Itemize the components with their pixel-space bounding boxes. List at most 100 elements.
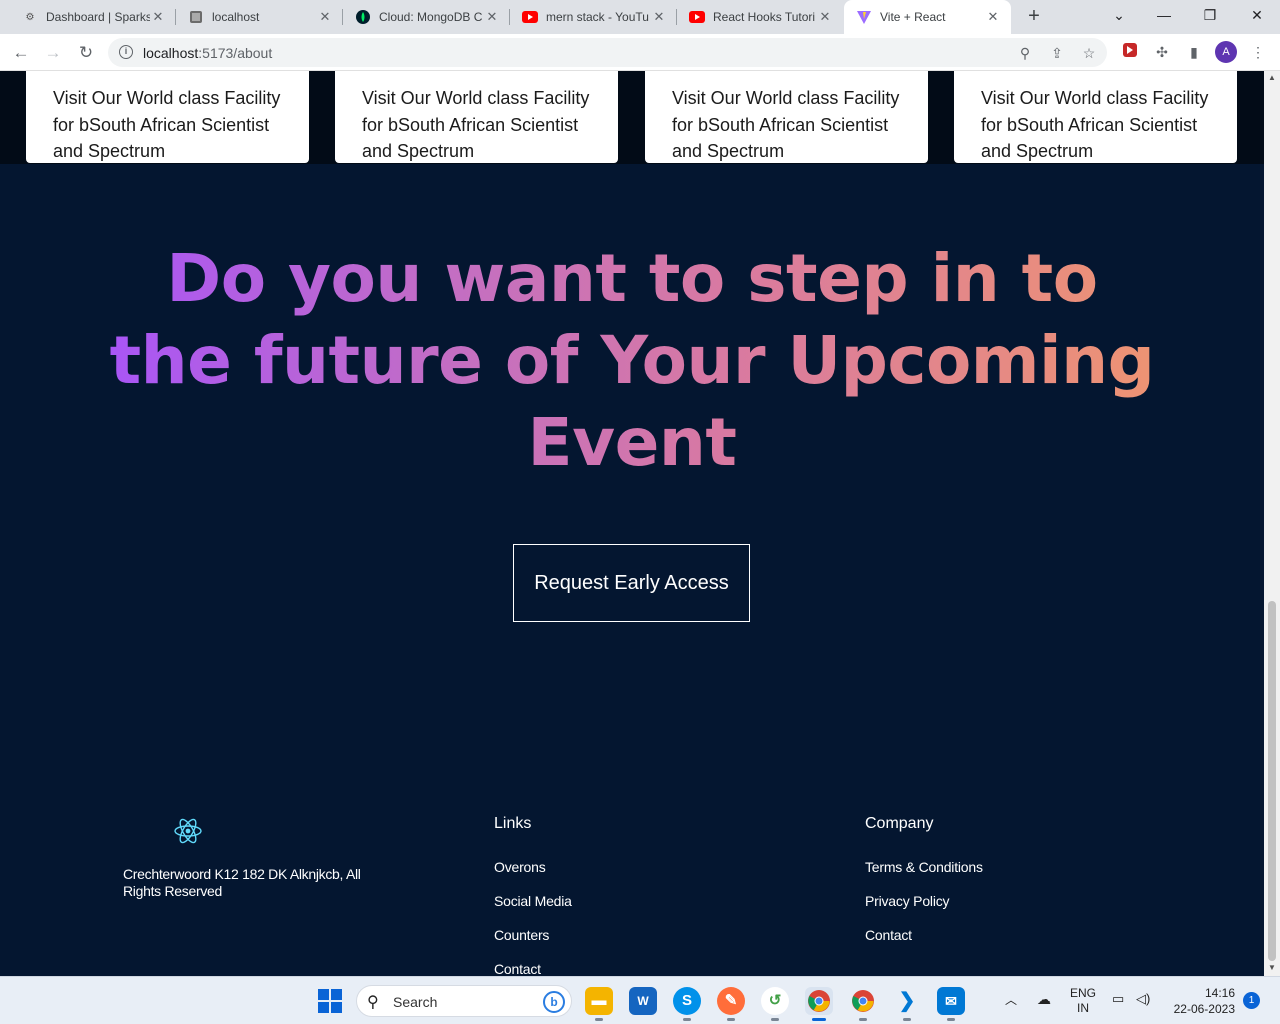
tab-localhost[interactable]: localhost ✕ bbox=[176, 0, 343, 34]
tab-title: Cloud: MongoDB C bbox=[379, 10, 483, 24]
card-text: Visit Our World class Facility for bSout… bbox=[53, 88, 281, 161]
page-viewport: Visit Our World class Facility for bSout… bbox=[0, 71, 1264, 976]
address-bar[interactable]: i localhost:5173/about ⚲ ⇪ ☆ bbox=[108, 38, 1107, 67]
tab-react-hooks[interactable]: React Hooks Tutori ✕ bbox=[677, 0, 843, 34]
clock-date: 22-06-2023 bbox=[1173, 1002, 1235, 1016]
running-indicator bbox=[727, 1018, 735, 1021]
footer-link-contact[interactable]: Contact bbox=[494, 961, 541, 976]
localhost-icon bbox=[188, 9, 204, 25]
running-indicator bbox=[859, 1018, 867, 1021]
footer-link-overons[interactable]: Overons bbox=[494, 859, 546, 875]
links-heading: Links bbox=[494, 815, 532, 832]
company-heading: Company bbox=[865, 815, 934, 832]
profile-avatar[interactable]: A bbox=[1215, 41, 1237, 63]
feature-card: Visit Our World class Facility for bSout… bbox=[26, 71, 309, 163]
language-code: ENG bbox=[1070, 986, 1097, 1000]
url-text[interactable]: localhost:5173/about bbox=[143, 45, 272, 61]
app-w-icon[interactable]: W bbox=[629, 987, 657, 1015]
scroll-down-arrow-icon[interactable]: ▼ bbox=[1264, 961, 1280, 975]
volume-icon[interactable]: ◁) bbox=[1136, 991, 1150, 1007]
running-indicator bbox=[683, 1018, 691, 1021]
footer-link-company-contact[interactable]: Contact bbox=[865, 927, 912, 943]
running-indicator bbox=[595, 1018, 603, 1021]
running-indicator bbox=[903, 1018, 911, 1021]
scrollbar-thumb[interactable] bbox=[1268, 601, 1276, 961]
active-indicator bbox=[812, 1018, 826, 1021]
restore-button[interactable]: ❐ bbox=[1187, 0, 1233, 30]
zoom-icon[interactable]: ⚲ bbox=[1016, 44, 1034, 62]
vscode-icon[interactable]: ❯ bbox=[893, 987, 921, 1015]
language-indicator[interactable]: ENG IN bbox=[1070, 986, 1096, 1016]
tab-title: localhost bbox=[212, 10, 260, 24]
browser-tab-strip: ⚙ Dashboard | Sparks ✕ localhost ✕ Cloud… bbox=[0, 0, 1280, 34]
reload-button[interactable]: ↻ bbox=[73, 40, 99, 66]
close-icon[interactable]: ✕ bbox=[651, 9, 667, 25]
tab-title: mern stack - YouTu bbox=[546, 10, 649, 24]
tab-dashboard[interactable]: ⚙ Dashboard | Sparks ✕ bbox=[10, 0, 176, 34]
tab-vite-react[interactable]: Vite + React ✕ bbox=[844, 0, 1011, 34]
network-icon[interactable]: ▭ bbox=[1112, 991, 1124, 1007]
running-indicator bbox=[771, 1018, 779, 1021]
chrome-profile-icon[interactable] bbox=[849, 987, 877, 1015]
card-text: Visit Our World class Facility for bSout… bbox=[672, 88, 900, 161]
region-code: IN bbox=[1077, 1001, 1089, 1015]
system-clock[interactable]: 14:16 22-06-2023 bbox=[1165, 985, 1235, 1017]
menu-kebab-icon[interactable]: ⋮ bbox=[1248, 42, 1268, 62]
extension-red-icon[interactable] bbox=[1120, 42, 1140, 62]
clock-time: 14:16 bbox=[1204, 986, 1235, 1000]
react-logo-icon[interactable] bbox=[173, 817, 203, 845]
skype-icon[interactable]: S bbox=[673, 987, 701, 1015]
youtube-icon bbox=[689, 9, 705, 25]
tab-title: Vite + React bbox=[880, 10, 946, 24]
new-tab-button[interactable]: + bbox=[1022, 5, 1046, 29]
close-icon[interactable]: ✕ bbox=[985, 9, 1001, 25]
footer-link-social-media[interactable]: Social Media bbox=[494, 893, 572, 909]
minimize-button[interactable]: — bbox=[1141, 0, 1187, 30]
youtube-icon bbox=[522, 9, 538, 25]
postman-icon[interactable]: ✎ bbox=[717, 987, 745, 1015]
request-early-access-button[interactable]: Request Early Access bbox=[513, 544, 750, 622]
tab-search-button[interactable]: ⌄ bbox=[1096, 0, 1142, 30]
sparks-icon: ⚙ bbox=[25, 11, 35, 23]
close-icon[interactable]: ✕ bbox=[317, 9, 333, 25]
page-scrollbar[interactable]: ▲ ▼ bbox=[1264, 71, 1280, 976]
close-icon[interactable]: ✕ bbox=[817, 9, 833, 25]
close-icon[interactable]: ✕ bbox=[484, 9, 500, 25]
windows-taskbar: ⚲ Search b ▬ W S ✎ ↺ ❯ ✉ ︿ ☁ ENG IN ▭ ◁)… bbox=[0, 976, 1280, 1024]
card-text: Visit Our World class Facility for bSout… bbox=[362, 88, 590, 161]
app-green-icon[interactable]: ↺ bbox=[761, 987, 789, 1015]
browser-toolbar: ← → ↻ i localhost:5173/about ⚲ ⇪ ☆ ✣ ▮ A… bbox=[0, 34, 1280, 71]
chrome-icon[interactable] bbox=[805, 987, 833, 1015]
tab-title: Dashboard | Sparks bbox=[46, 10, 150, 24]
close-window-button[interactable]: ✕ bbox=[1234, 0, 1280, 30]
tab-title: React Hooks Tutori bbox=[713, 10, 816, 24]
side-panel-icon[interactable]: ▮ bbox=[1184, 42, 1204, 62]
close-icon[interactable]: ✕ bbox=[150, 9, 166, 25]
tab-mern-youtube[interactable]: mern stack - YouTu ✕ bbox=[510, 0, 677, 34]
footer-link-privacy[interactable]: Privacy Policy bbox=[865, 893, 950, 909]
feature-card: Visit Our World class Facility for bSout… bbox=[335, 71, 618, 163]
hero-title: Do you want to step in to the future of … bbox=[100, 238, 1164, 484]
notification-badge[interactable]: 1 bbox=[1243, 992, 1260, 1009]
footer-link-terms[interactable]: Terms & Conditions bbox=[865, 859, 983, 875]
site-info-icon[interactable]: i bbox=[119, 45, 133, 59]
bookmark-star-icon[interactable]: ☆ bbox=[1080, 44, 1098, 62]
mail-icon[interactable]: ✉ bbox=[937, 987, 965, 1015]
back-button[interactable]: ← bbox=[8, 40, 34, 66]
forward-button[interactable]: → bbox=[40, 40, 66, 66]
bing-icon[interactable]: b bbox=[543, 991, 565, 1013]
card-text: Visit Our World class Facility for bSout… bbox=[981, 88, 1209, 161]
tab-mongodb[interactable]: Cloud: MongoDB C ✕ bbox=[343, 0, 510, 34]
vite-icon bbox=[856, 9, 872, 25]
running-indicator bbox=[947, 1018, 955, 1021]
chevron-up-icon[interactable]: ︿ bbox=[1005, 991, 1017, 1008]
windows-start-icon[interactable] bbox=[318, 989, 342, 1013]
file-explorer-icon[interactable]: ▬ bbox=[585, 987, 613, 1015]
feature-card: Visit Our World class Facility for bSout… bbox=[954, 71, 1237, 163]
taskbar-search[interactable]: ⚲ Search b bbox=[356, 985, 572, 1017]
scroll-up-arrow-icon[interactable]: ▲ bbox=[1264, 71, 1280, 85]
onedrive-cloud-icon[interactable]: ☁ bbox=[1037, 991, 1051, 1008]
footer-link-counters[interactable]: Counters bbox=[494, 927, 549, 943]
share-icon[interactable]: ⇪ bbox=[1048, 44, 1066, 62]
extensions-puzzle-icon[interactable]: ✣ bbox=[1152, 42, 1172, 62]
